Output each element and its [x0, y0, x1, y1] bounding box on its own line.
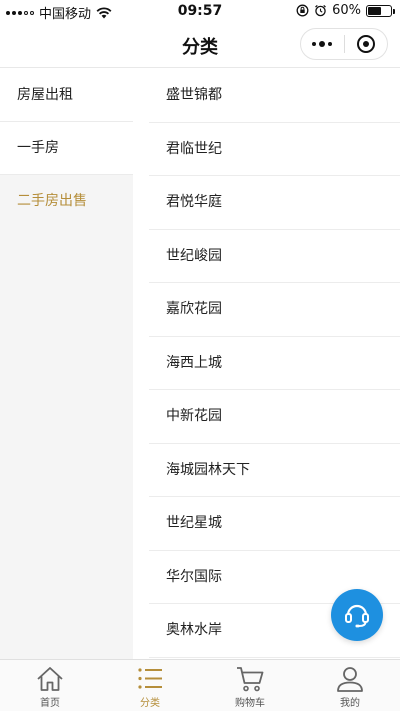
more-button[interactable]: [301, 29, 344, 59]
mini-program-capsule: [300, 28, 388, 60]
status-right: 60%: [296, 3, 395, 18]
tab-label: 分类: [140, 698, 160, 709]
tab-label: 我的: [340, 698, 360, 709]
more-dot: [319, 41, 326, 47]
more-dot: [328, 42, 333, 46]
list-icon: [138, 668, 162, 689]
orientation-lock-icon: [296, 4, 309, 17]
alarm-icon: [315, 4, 326, 17]
customer-service-button[interactable]: [331, 589, 383, 641]
close-button[interactable]: [344, 29, 387, 59]
list-item[interactable]: 海城园林天下: [149, 444, 400, 497]
tab-profile[interactable]: 我的: [300, 660, 400, 711]
user-icon: [337, 667, 363, 692]
list-item[interactable]: 嘉欣花园: [149, 283, 400, 337]
list-item[interactable]: 海西上城: [149, 337, 400, 390]
tab-label: 购物车: [235, 698, 265, 709]
tab-bar: 首页 分类 购物车 我的: [0, 659, 400, 711]
more-dot: [312, 42, 317, 46]
battery-percent: 60%: [332, 3, 361, 18]
battery-icon: [366, 4, 395, 17]
category-item-new-house[interactable]: 一手房: [0, 122, 133, 175]
list-item[interactable]: 中新花园: [149, 390, 400, 444]
list-item[interactable]: 世纪星城: [149, 497, 400, 551]
nav-header: 分类: [0, 22, 400, 68]
list-item[interactable]: 世纪峻园: [149, 230, 400, 283]
tab-category[interactable]: 分类: [100, 660, 200, 711]
category-item-second-hand[interactable]: 二手房出售: [0, 175, 133, 228]
headset-icon: [345, 604, 369, 628]
status-bar: 中国移动 09:57 60%: [0, 0, 400, 22]
tab-label: 首页: [40, 698, 60, 709]
target-icon: [356, 35, 375, 53]
tab-cart[interactable]: 购物车: [200, 660, 300, 711]
category-item-rent[interactable]: 房屋出租: [0, 69, 133, 122]
list-item[interactable]: 君临世纪: [149, 123, 400, 176]
home-icon: [37, 667, 63, 691]
cart-icon: [237, 667, 264, 692]
category-sidebar: 房屋出租 一手房 二手房出售: [0, 69, 133, 659]
list-item[interactable]: 盛世锦都: [149, 69, 400, 123]
estate-list: 盛世锦都 君临世纪 君悦华庭 世纪峻园 嘉欣花园 海西上城 中新花园 海城园林天…: [133, 69, 400, 659]
tab-home[interactable]: 首页: [0, 660, 100, 711]
list-item[interactable]: 君悦华庭: [149, 176, 400, 230]
